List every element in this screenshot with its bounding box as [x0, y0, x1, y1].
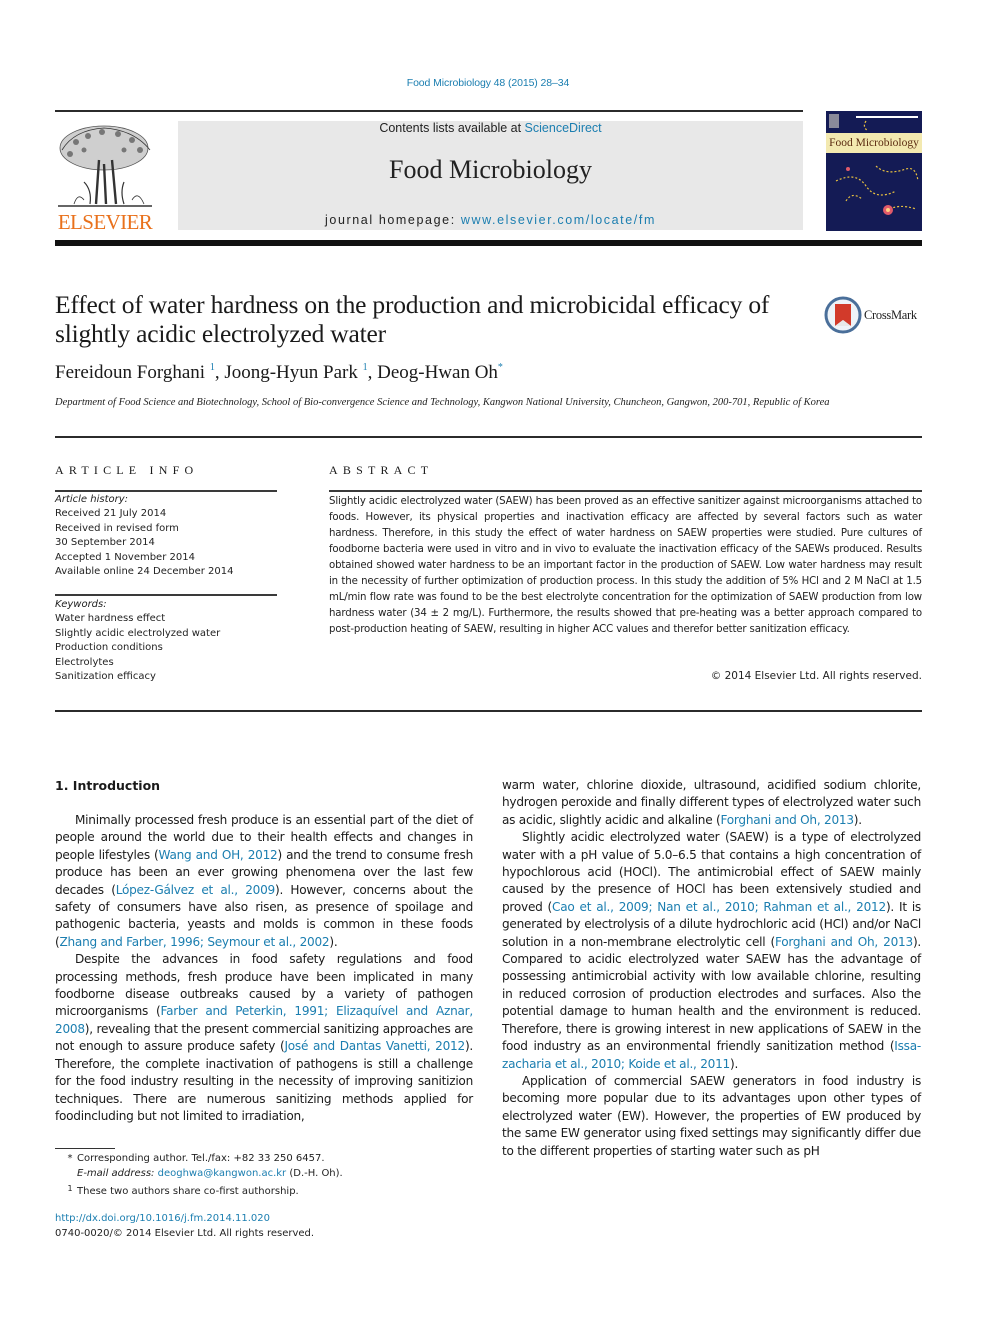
footnote-text: Corresponding author. Tel./fax: +82 33 2…: [77, 1153, 325, 1164]
keyword: Slightly acidic electrolyzed water: [55, 627, 221, 639]
header-bottom-rule: [55, 240, 922, 246]
author-footnote-mark[interactable]: 1: [210, 362, 215, 373]
citation-link[interactable]: Wang and OH, 2012: [159, 848, 278, 862]
author-list: Fereidoun Forghani 1, Joong-Hyun Park 1,…: [55, 362, 503, 383]
history-entry: Received in revised form: [55, 522, 179, 534]
history-entry: Received 21 July 2014: [55, 508, 167, 520]
body-paragraph: Minimally processed fresh produce is an …: [55, 812, 473, 951]
cover-title: Food Microbiology: [829, 137, 919, 149]
homepage-prefix: journal homepage:: [325, 213, 461, 227]
footnote-email: E-mail address: deoghwa@kangwon.ac.kr (D…: [55, 1166, 475, 1181]
article-info-heading: ARTICLE INFO: [55, 463, 199, 477]
paragraph-text: Application of commercial SAEW generator…: [502, 1073, 921, 1158]
journal-title: Food Microbiology: [389, 155, 592, 184]
journal-homepage-link[interactable]: www.elsevier.com/locate/fm: [461, 213, 656, 227]
keyword: Sanitization efficacy: [55, 671, 156, 683]
crossmark-label: CrossMark: [864, 308, 917, 322]
divider: [55, 594, 277, 596]
paragraph-text: ).: [329, 934, 338, 949]
footnote-text: These two authors share co-first authors…: [77, 1186, 299, 1197]
email-suffix: (D.-H. Oh).: [286, 1168, 343, 1179]
elsevier-logo[interactable]: ELSEVIER: [54, 120, 156, 234]
abstract-copyright: © 2014 Elsevier Ltd. All rights reserved…: [710, 670, 922, 682]
elsevier-wordmark: ELSEVIER: [57, 210, 153, 234]
journal-reference-link[interactable]: Food Microbiology 48 (2015) 28–34: [0, 77, 976, 89]
paragraph-text: ). Compared to acidic electrolyzed water…: [502, 934, 921, 1054]
citation-link[interactable]: Forghani and Oh, 2013: [775, 935, 913, 949]
keywords-list: Keywords: Water hardness effect Slightly…: [55, 598, 280, 684]
abstract-heading: ABSTRACT: [329, 463, 434, 477]
citation-link[interactable]: López-Gálvez et al., 2009: [116, 883, 276, 897]
history-entry: Available online 24 December 2014: [55, 566, 234, 578]
doi-link[interactable]: http://dx.doi.org/10.1016/j.fm.2014.11.0…: [55, 1211, 314, 1226]
keywords-label: Keywords:: [55, 599, 107, 610]
footnote-mark: 1: [67, 1184, 73, 1193]
divider: [55, 490, 277, 492]
author-footnote-mark[interactable]: 1: [363, 362, 368, 373]
body-column-right: warm water, chlorine dioxide, ultrasound…: [502, 777, 921, 1160]
journal-cover-thumbnail[interactable]: Food Microbiology: [826, 111, 922, 231]
body-paragraph: Application of commercial SAEW generator…: [502, 1073, 921, 1160]
header-top-rule: [55, 110, 803, 112]
article-title: Effect of water hardness on the producti…: [55, 290, 770, 348]
author-name[interactable]: Deog-Hwan Oh: [377, 362, 498, 383]
citation-link[interactable]: Forghani and Oh, 2013: [720, 813, 854, 827]
citation-link[interactable]: Zhang and Farber, 1996; Seymour et al., …: [59, 935, 329, 949]
cover-microscopy-image: [826, 111, 922, 231]
keyword: Electrolytes: [55, 656, 114, 668]
journal-header-box: Contents lists available at ScienceDirec…: [178, 121, 803, 230]
article-history-label: Article history:: [55, 494, 129, 505]
contents-prefix: Contents lists available at: [379, 121, 525, 135]
body-paragraph: Despite the advances in food safety regu…: [55, 951, 473, 1125]
footnotes: * Corresponding author. Tel./fax: +82 33 …: [55, 1151, 475, 1199]
section-heading-introduction: 1. Introduction: [55, 778, 161, 793]
paragraph-text: ).: [853, 812, 862, 827]
author-affiliation: Department of Food Science and Biotechno…: [55, 397, 830, 408]
citation-link[interactable]: Cao et al., 2009; Nan et al., 2010; Rahm…: [552, 900, 886, 914]
author-name[interactable]: Joong-Hyun Park: [224, 362, 358, 383]
paragraph-text: ).: [730, 1056, 739, 1071]
divider: [329, 490, 922, 492]
footnote-rule: [55, 1148, 115, 1149]
issn-copyright: 0740-0020/© 2014 Elsevier Ltd. All right…: [55, 1228, 315, 1239]
footnote-corresponding: * Corresponding author. Tel./fax: +82 33 …: [55, 1151, 475, 1166]
keyword: Water hardness effect: [55, 613, 166, 625]
footnote-cofirst: 1 These two authors share co-first author…: [55, 1181, 475, 1199]
history-entry: 30 September 2014: [55, 537, 155, 549]
footnote-mark: *: [67, 1153, 73, 1164]
citation-link[interactable]: José and Dantas Vanetti, 2012: [284, 1039, 465, 1053]
body-paragraph: warm water, chlorine dioxide, ultrasound…: [502, 777, 921, 829]
journal-homepage-line: journal homepage: www.elsevier.com/locat…: [178, 213, 803, 227]
article-history: Article history: Received 21 July 2014 R…: [55, 493, 280, 579]
divider: [55, 710, 922, 712]
abstract-text: Slightly acidic electrolyzed water (SAEW…: [329, 496, 922, 635]
doi-block: http://dx.doi.org/10.1016/j.fm.2014.11.0…: [55, 1211, 314, 1241]
keyword: Production conditions: [55, 642, 163, 654]
sciencedirect-link[interactable]: ScienceDirect: [525, 121, 602, 135]
crossmark-button[interactable]: CrossMark: [824, 296, 924, 334]
email-label: E-mail address:: [77, 1168, 155, 1179]
history-entry: Accepted 1 November 2014: [55, 551, 195, 563]
body-column-left: Minimally processed fresh produce is an …: [55, 812, 473, 1125]
email-link[interactable]: deoghwa@kangwon.ac.kr: [158, 1168, 287, 1179]
author-name[interactable]: Fereidoun Forghani: [55, 362, 205, 383]
corresponding-author-mark[interactable]: *: [498, 362, 503, 373]
body-paragraph: Slightly acidic electrolyzed water (SAEW…: [502, 829, 921, 1073]
crossmark-icon: [824, 296, 862, 334]
contents-available-line: Contents lists available at ScienceDirec…: [178, 121, 803, 135]
divider: [55, 436, 922, 438]
elsevier-tree-icon: [58, 125, 152, 207]
